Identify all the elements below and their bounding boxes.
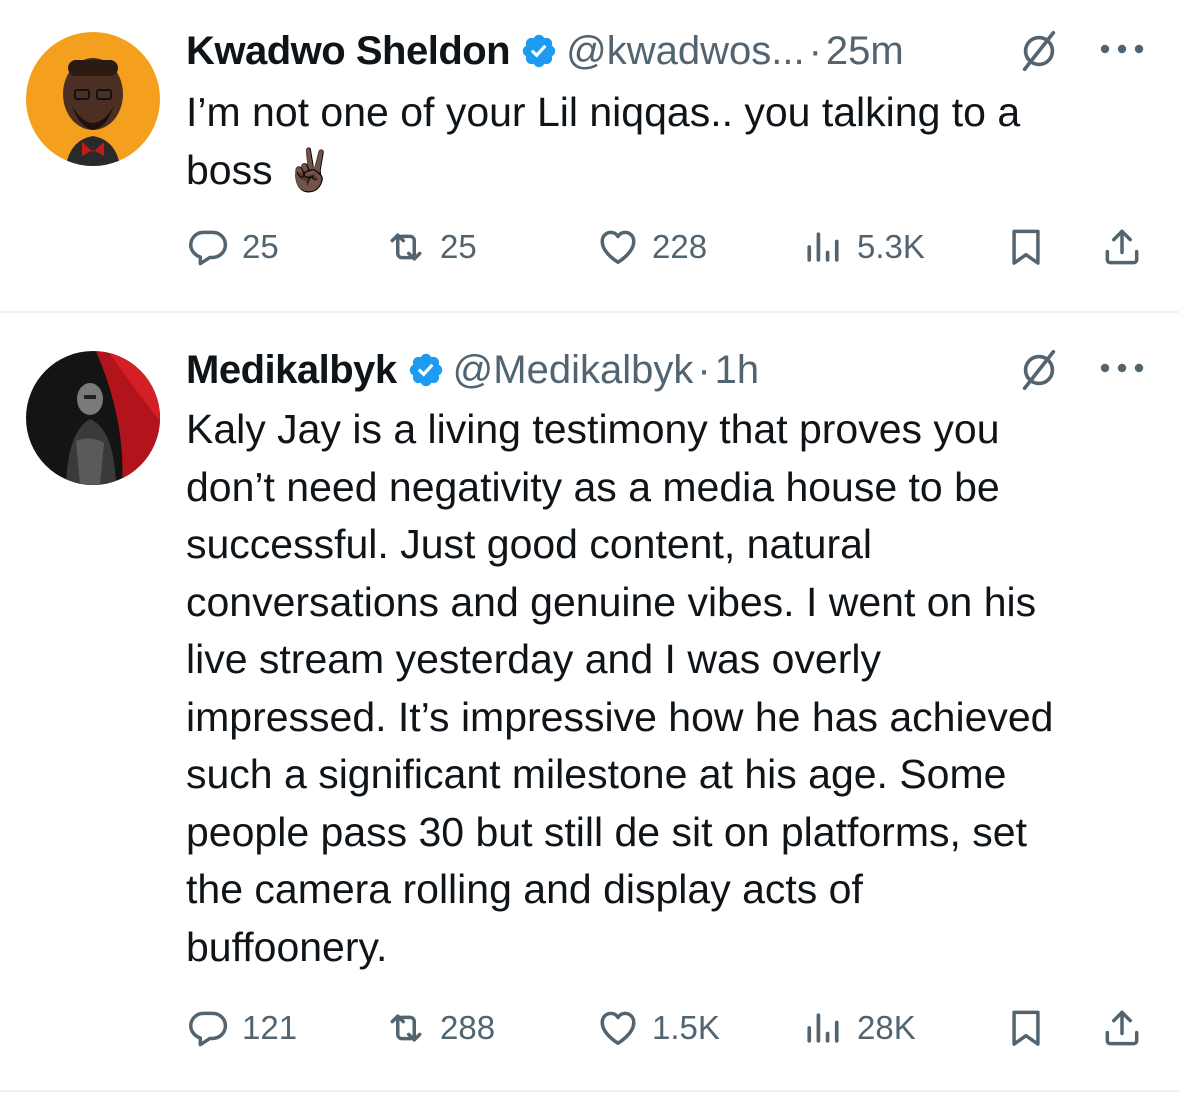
- tweet-text-line: the camera rolling and display acts of: [186, 866, 863, 912]
- more-icon[interactable]: [1098, 42, 1146, 56]
- retweet-icon: [384, 1006, 428, 1050]
- reply-icon: [186, 1006, 230, 1050]
- timestamp[interactable]: 25m: [826, 29, 904, 74]
- avatar[interactable]: [26, 32, 160, 166]
- retweet-icon: [384, 225, 428, 269]
- tweet-text-line: successful. Just good content, natural: [186, 521, 873, 567]
- separator-dot: ·: [697, 347, 711, 392]
- tweet-text-line: people pass 30 but still de sit on platf…: [186, 808, 1027, 855]
- share-button[interactable]: [1100, 1003, 1144, 1053]
- timestamp[interactable]: 1h: [715, 348, 760, 393]
- tweet-divider: [0, 1090, 1179, 1092]
- reply-count: 25: [242, 228, 279, 265]
- like-count: 228: [652, 228, 708, 265]
- tweet-header: Medikalbyk @Medikalbyk · 1h: [186, 345, 759, 395]
- like-icon: [596, 225, 640, 269]
- retweet-count: 25: [440, 228, 477, 265]
- handle[interactable]: @Medikalbyk: [453, 348, 694, 393]
- tweet-header: Kwadwo Sheldon @kwadwos... · 25m: [186, 26, 904, 76]
- share-icon: [1100, 225, 1144, 269]
- like-button[interactable]: 228: [596, 222, 707, 272]
- views-count: 28K: [857, 1009, 916, 1046]
- tweet-text-line: boss ✌🏿: [186, 146, 336, 193]
- tweet-text-line: impressed. It’s impressive how he has ac…: [186, 693, 1054, 740]
- bookmark-button[interactable]: [1004, 1003, 1048, 1053]
- separator-dot: ·: [808, 28, 822, 73]
- retweet-count: 288: [440, 1009, 496, 1046]
- verified-badge-icon: [520, 32, 558, 70]
- action-bar: 121 288 1.5K 28K: [186, 1003, 1146, 1053]
- avatar-image: [26, 351, 160, 485]
- grok-icon[interactable]: [1016, 28, 1062, 74]
- reply-button[interactable]: 25: [186, 222, 279, 272]
- reply-count: 121: [242, 1009, 298, 1046]
- retweet-button[interactable]: 25: [384, 222, 477, 272]
- reply-button[interactable]: 121: [186, 1003, 297, 1053]
- tweet-text-line: buffoonery.: [186, 923, 388, 970]
- views-icon: [801, 225, 845, 269]
- bookmark-icon: [1004, 1006, 1048, 1050]
- like-button[interactable]: 1.5K: [596, 1003, 720, 1053]
- grok-icon[interactable]: [1016, 347, 1062, 393]
- tweet-text: Kaly Jay is a living testimony that prov…: [186, 401, 1161, 976]
- views-button[interactable]: 5.3K: [801, 222, 925, 272]
- tweet-1[interactable]: Kwadwo Sheldon @kwadwos... · 25m I’m not…: [0, 0, 1179, 311]
- verified-badge-icon: [407, 351, 445, 389]
- tweet-text-line: I’m not one of your Lil niqqas.. you tal…: [186, 89, 1021, 135]
- bookmark-icon: [1004, 225, 1048, 269]
- views-count: 5.3K: [857, 228, 925, 265]
- tweet-text-line: Kaly Jay is a living testimony that prov…: [186, 406, 1000, 452]
- action-bar: 25 25 228 5.3K: [186, 222, 1146, 272]
- handle[interactable]: @kwadwos...: [566, 29, 804, 74]
- share-icon: [1100, 1006, 1144, 1050]
- views-button[interactable]: 28K: [801, 1003, 916, 1053]
- share-button[interactable]: [1100, 222, 1144, 272]
- tweet-text-line: conversations and genuine vibes. I went …: [186, 578, 1037, 625]
- tweet-text: I’m not one of your Lil niqqas.. you tal…: [186, 84, 1161, 199]
- like-icon: [596, 1006, 640, 1050]
- bookmark-button[interactable]: [1004, 222, 1048, 272]
- tweet-text-line: don’t need negativity as a media house t…: [186, 463, 1000, 510]
- like-count: 1.5K: [652, 1009, 720, 1046]
- more-icon[interactable]: [1098, 361, 1146, 375]
- tweet-text-line: such a significant milestone at his age.…: [186, 751, 1007, 797]
- display-name[interactable]: Kwadwo Sheldon: [186, 29, 511, 74]
- display-name[interactable]: Medikalbyk: [186, 348, 397, 393]
- views-icon: [801, 1006, 845, 1050]
- reply-icon: [186, 225, 230, 269]
- avatar[interactable]: [26, 351, 160, 485]
- retweet-button[interactable]: 288: [384, 1003, 495, 1053]
- tweet-text-line: live stream yesterday and I was overly: [186, 636, 881, 682]
- tweet-2[interactable]: Medikalbyk @Medikalbyk · 1h Kaly Jay is …: [0, 313, 1179, 1094]
- avatar-image: [26, 32, 160, 166]
